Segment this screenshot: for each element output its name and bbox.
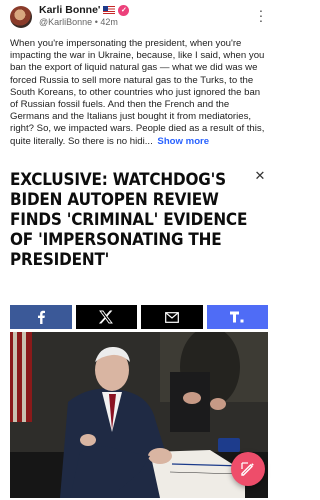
article-headline[interactable]: EXCLUSIVE: WATCHDOG'S BIDEN AUTOPEN REVI… [10, 170, 248, 270]
author-name[interactable]: Karli Bonne' [39, 4, 100, 16]
more-options-icon[interactable]: · · · [256, 3, 266, 27]
post-text: When you're impersonating the president,… [10, 38, 266, 148]
article-card[interactable]: EXCLUSIVE: WATCHDOG'S BIDEN AUTOPEN REVI… [10, 168, 268, 498]
meta-separator: • [94, 17, 98, 27]
post-header: Karli Bonne' ✓ @KarliBonne • 42m · · · [0, 0, 274, 34]
compose-icon [241, 462, 254, 476]
x-icon [99, 310, 114, 324]
us-flag-icon [103, 6, 116, 14]
share-facebook-button[interactable] [10, 305, 72, 329]
headline-line: OF 'IMPERSONATING THE [10, 230, 222, 249]
share-buttons [10, 305, 268, 329]
share-email-button[interactable] [141, 305, 203, 329]
headline-line: PRESIDENT' [10, 250, 110, 269]
close-icon[interactable]: ✕ [252, 168, 268, 184]
post-time: 42m [100, 17, 118, 27]
photo-illustration [10, 332, 268, 498]
share-truth-social-button[interactable] [206, 305, 268, 329]
facebook-icon [37, 310, 45, 324]
article-photo[interactable] [10, 332, 268, 498]
share-x-button[interactable] [75, 305, 137, 329]
headline-line: FINDS 'CRIMINAL' EVIDENCE [10, 210, 248, 229]
verified-badge-icon: ✓ [118, 4, 130, 16]
author-line[interactable]: Karli Bonne' ✓ [39, 4, 130, 16]
post-meta: @KarliBonne • 42m [39, 17, 118, 27]
post-text-content: When you're impersonating the president,… [10, 38, 265, 147]
show-more-link[interactable]: Show more [157, 136, 209, 147]
email-icon [164, 311, 179, 323]
avatar[interactable] [10, 6, 32, 28]
headline-line: BIDEN AUTOPEN REVIEW [10, 190, 219, 209]
author-handle[interactable]: @KarliBonne [39, 17, 92, 27]
truth-social-icon [230, 311, 244, 323]
compose-button[interactable] [231, 452, 265, 486]
headline-line: EXCLUSIVE: WATCHDOG'S [10, 170, 226, 189]
